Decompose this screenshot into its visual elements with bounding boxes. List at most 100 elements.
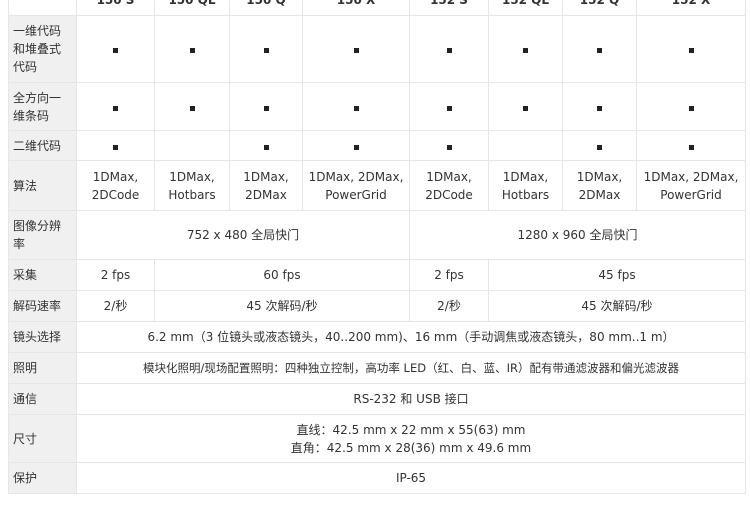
support-cell — [636, 130, 746, 161]
row-label: 尺寸 — [8, 414, 77, 463]
supported-marker-icon — [263, 144, 269, 150]
lighting-value: 模块化照明/现场配置照明：四种独立控制，高功率 LED（红、白、蓝、IR）配有带… — [76, 352, 746, 384]
header-cell: 150 S — [76, 0, 155, 16]
support-cell — [154, 82, 230, 131]
row-label: 通信 — [8, 383, 77, 415]
acquisition-152-others: 45 fps — [488, 259, 746, 291]
supported-marker-icon — [353, 48, 359, 53]
algo-cell: 1DMax, 2DMax — [229, 160, 303, 211]
header-cell — [8, 0, 77, 16]
supported-marker-icon — [597, 144, 602, 150]
support-cell — [409, 15, 489, 83]
row-label: 一维代码 和堆叠式 代码 — [8, 15, 77, 83]
supported-marker-icon — [446, 48, 452, 53]
support-cell — [302, 15, 410, 83]
support-cell — [488, 130, 563, 161]
support-cell — [302, 82, 410, 131]
size-line-straight: 直线：42.5 mm x 22 mm x 55(63) mm — [296, 422, 526, 437]
supported-marker-icon — [597, 105, 602, 111]
supported-marker-icon — [353, 144, 359, 150]
lens-value: 6.2 mm（3 位镜头或液态镜头，40..200 mm)、16 mm（手动调焦… — [76, 321, 746, 353]
supported-marker-icon — [688, 48, 694, 53]
algo-cell: 1DMax, Hotbars — [154, 160, 230, 211]
resolution-152: 1280 x 960 全局快门 — [409, 210, 746, 260]
decode-150-others: 45 次解码/秒 — [154, 290, 410, 322]
supported-marker-icon — [523, 48, 528, 53]
row-label: 保护 — [8, 462, 77, 494]
supported-marker-icon — [446, 105, 452, 111]
supported-marker-icon — [189, 48, 195, 53]
support-cell — [636, 15, 746, 83]
header-cell: 150 QL — [154, 0, 230, 16]
support-cell — [229, 82, 303, 131]
row-label: 采集 — [8, 259, 77, 291]
row-lens: 镜头选择 6.2 mm（3 位镜头或液态镜头，40..200 mm)、16 mm… — [8, 321, 746, 353]
row-omnidirectional: 全方向一 维条码 — [8, 82, 746, 131]
support-cell — [562, 15, 637, 83]
row-stacked-codes: 一维代码 和堆叠式 代码 — [8, 15, 746, 83]
acquisition-150s: 2 fps — [76, 259, 155, 291]
header-cell: 152 Q — [562, 0, 637, 16]
support-cell — [562, 82, 637, 131]
support-cell — [409, 130, 489, 161]
header-row: 150 S 150 QL 150 Q 150 X 152 S 152 QL 15… — [8, 0, 746, 16]
support-cell — [154, 130, 230, 161]
supported-marker-icon — [263, 105, 269, 111]
row-communication: 通信 RS-232 和 USB 接口 — [8, 383, 746, 415]
spec-table: 150 S 150 QL 150 Q 150 X 152 S 152 QL 15… — [8, 0, 746, 494]
supported-marker-icon — [353, 105, 359, 111]
algo-cell: 1DMax, 2DCode — [409, 160, 489, 211]
row-protection: 保护 IP-65 — [8, 462, 746, 494]
algo-cell: 1DMax, 2DMax, PowerGrid — [636, 160, 746, 211]
row-label: 全方向一 维条码 — [8, 82, 77, 131]
support-cell — [302, 130, 410, 161]
algo-cell: 1DMax, Hotbars — [488, 160, 563, 211]
header-cell: 152 X — [636, 0, 746, 16]
resolution-150: 752 x 480 全局快门 — [76, 210, 410, 260]
supported-marker-icon — [688, 144, 694, 150]
support-cell — [229, 15, 303, 83]
support-cell — [76, 130, 155, 161]
algo-cell: 1DMax, 2DCode — [76, 160, 155, 211]
support-cell — [76, 82, 155, 131]
algo-cell: 1DMax, 2DMax — [562, 160, 637, 211]
row-acquisition: 采集 2 fps 60 fps 2 fps 45 fps — [8, 259, 746, 291]
algo-cell: 1DMax, 2DMax, PowerGrid — [302, 160, 410, 211]
support-cell — [562, 130, 637, 161]
row-lighting: 照明 模块化照明/现场配置照明：四种独立控制，高功率 LED（红、白、蓝、IR）… — [8, 352, 746, 384]
decode-152-others: 45 次解码/秒 — [488, 290, 746, 322]
acquisition-152s: 2 fps — [409, 259, 489, 291]
protection-value: IP-65 — [76, 462, 746, 494]
support-cell — [229, 130, 303, 161]
support-cell — [488, 82, 563, 131]
support-cell — [154, 15, 230, 83]
supported-marker-icon — [263, 48, 269, 53]
row-size: 尺寸 直线：42.5 mm x 22 mm x 55(63) mm 直角：42.… — [8, 414, 746, 463]
supported-marker-icon — [113, 48, 118, 53]
header-cell: 152 S — [409, 0, 489, 16]
row-2d-codes: 二维代码 — [8, 130, 746, 161]
row-label: 二维代码 — [8, 130, 77, 161]
row-resolution: 图像分辨 率 752 x 480 全局快门 1280 x 960 全局快门 — [8, 210, 746, 260]
supported-marker-icon — [597, 48, 602, 53]
supported-marker-icon — [189, 105, 195, 111]
communication-value: RS-232 和 USB 接口 — [76, 383, 746, 415]
size-value: 直线：42.5 mm x 22 mm x 55(63) mm 直角：42.5 m… — [76, 414, 746, 463]
row-label: 图像分辨 率 — [8, 210, 77, 260]
size-line-right-angle: 直角：42.5 mm x 28(36) mm x 49.6 mm — [290, 440, 532, 455]
row-decode-rate: 解码速率 2/秒 45 次解码/秒 2/秒 45 次解码/秒 — [8, 290, 746, 322]
supported-marker-icon — [523, 105, 528, 111]
support-cell — [409, 82, 489, 131]
decode-150s: 2/秒 — [76, 290, 155, 322]
supported-marker-icon — [113, 144, 118, 150]
row-algorithm: 算法 1DMax, 2DCode 1DMax, Hotbars 1DMax, 2… — [8, 160, 746, 211]
support-cell — [76, 15, 155, 83]
row-label: 照明 — [8, 352, 77, 384]
acquisition-150-others: 60 fps — [154, 259, 410, 291]
header-cell: 150 X — [302, 0, 410, 16]
header-cell: 152 QL — [488, 0, 563, 16]
support-cell — [488, 15, 563, 83]
row-label: 镜头选择 — [8, 321, 77, 353]
support-cell — [636, 82, 746, 131]
decode-152s: 2/秒 — [409, 290, 489, 322]
